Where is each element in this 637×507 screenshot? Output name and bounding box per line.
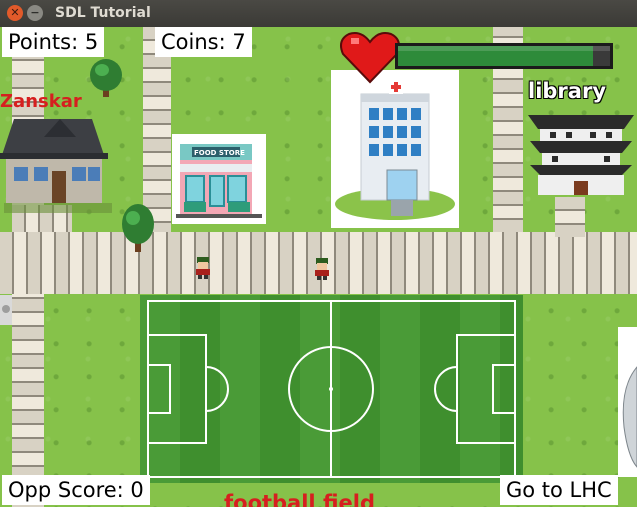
points-label: Points: 5	[2, 27, 105, 57]
health-bar	[395, 43, 613, 69]
food-store-sign: FOOD STORE	[194, 149, 245, 157]
opponent-character-icon	[315, 258, 329, 280]
go-to-lhc-button[interactable]: Go to LHC	[500, 475, 618, 505]
tree-icon	[122, 204, 154, 252]
game-canvas[interactable]: Zanskar FOOD STORE library football fiel…	[0, 27, 637, 507]
heart-icon	[340, 32, 400, 84]
minimize-icon[interactable]: −	[27, 5, 43, 21]
zanskar-hostel[interactable]	[0, 115, 114, 215]
title-bar: ✕ − SDL Tutorial	[0, 0, 637, 27]
app-window: ✕ − SDL Tutorial Zanskar FOOD STORE libr…	[0, 0, 637, 507]
hospital[interactable]	[331, 70, 459, 228]
rock-icon	[0, 295, 12, 325]
window-title: SDL Tutorial	[55, 5, 151, 21]
food-store[interactable]	[172, 134, 266, 224]
library-building[interactable]	[526, 107, 636, 199]
library-label: library	[528, 79, 607, 103]
close-icon[interactable]: ✕	[7, 5, 23, 21]
tree-icon	[90, 59, 122, 97]
football-field	[140, 295, 523, 483]
lhc-building-partial	[618, 327, 637, 477]
zanskar-label: Zanskar	[0, 91, 82, 112]
football-field-label: football field	[224, 491, 375, 507]
opp-score-label: Opp Score: 0	[2, 475, 150, 505]
coins-label: Coins: 7	[155, 27, 252, 57]
path-vertical-far-right	[555, 197, 585, 237]
player-character-icon	[196, 257, 210, 279]
